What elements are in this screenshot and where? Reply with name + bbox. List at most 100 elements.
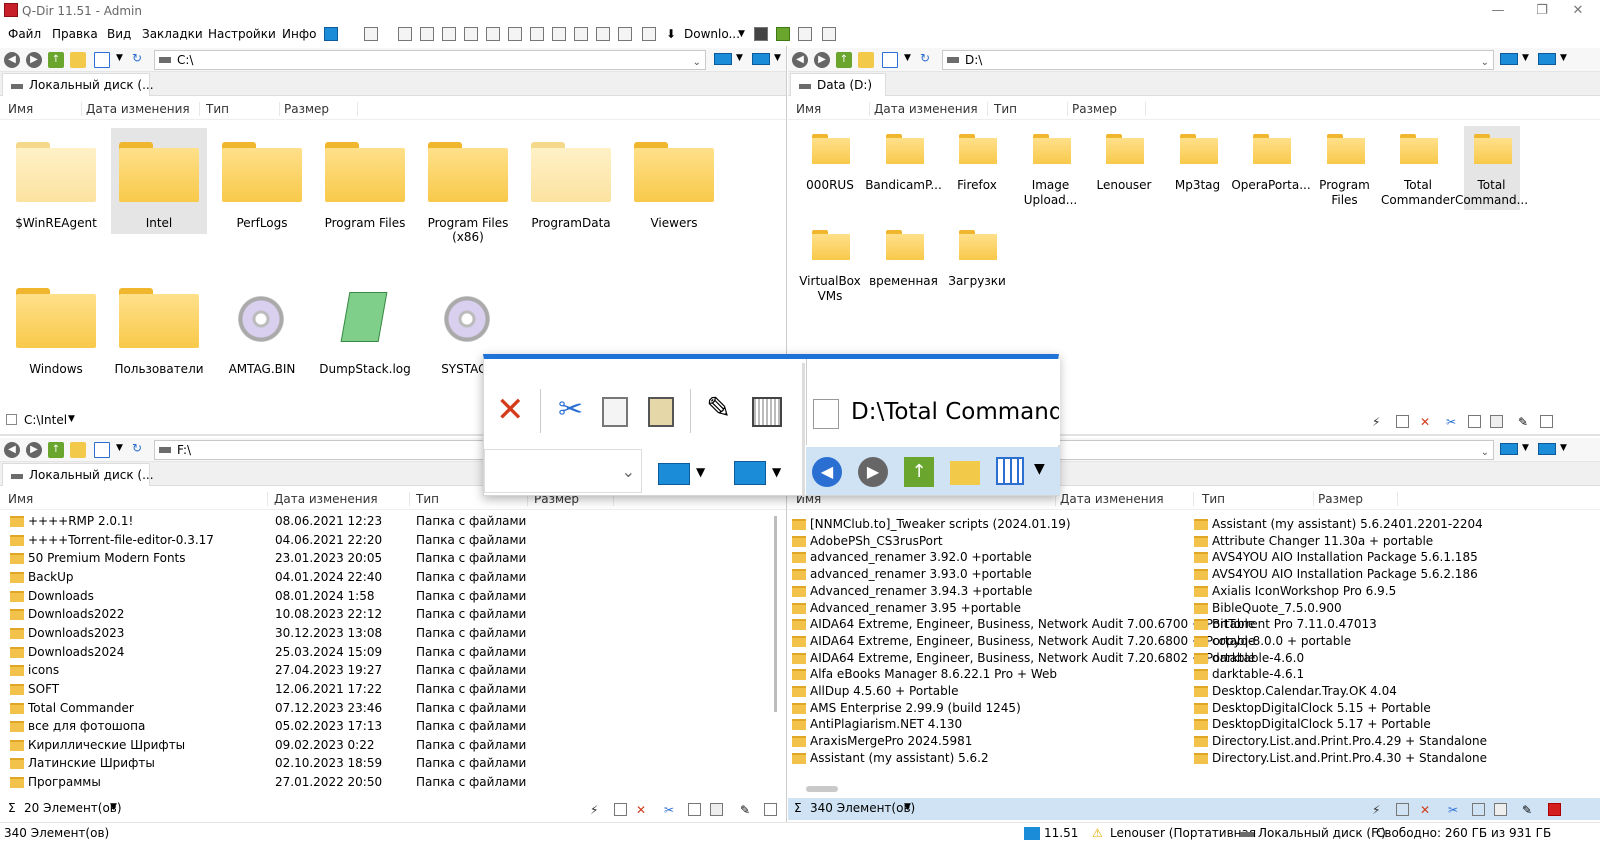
table-row[interactable]: SOFT 12.06.2021 17:22 Папка с файлами [0, 680, 770, 699]
paste-icon[interactable] [648, 397, 674, 427]
properties-icon[interactable] [1548, 803, 1561, 816]
rename-icon[interactable]: ✎ [740, 803, 753, 817]
column-name[interactable]: Имя [8, 492, 268, 506]
paste-icon[interactable] [1494, 803, 1507, 816]
dropdown-icon[interactable]: ▼ [1522, 443, 1529, 453]
cut-icon[interactable]: ✂ [664, 803, 677, 817]
folder-item[interactable]: Program Files [1317, 126, 1373, 207]
table-row[interactable]: 50 Premium Modern Fonts 23.01.2023 20:05 П… [0, 549, 770, 568]
tools-icon[interactable] [798, 27, 812, 41]
tab-local-disk[interactable]: Локальный диск (... [2, 463, 154, 486]
table-row[interactable]: Total Commander 07.12.2023 23:46 Папка с ф… [0, 699, 770, 718]
layout-10-icon[interactable] [574, 27, 588, 41]
dropdown-icon[interactable]: ▼ [1522, 53, 1529, 63]
file-item[interactable]: DumpStack.log [317, 274, 413, 380]
dropdown-icon[interactable]: ▼ [736, 53, 743, 63]
delete-icon[interactable]: ✕ [1420, 803, 1433, 817]
dropdown-icon[interactable]: ▼ [904, 802, 911, 812]
mail-icon[interactable] [1396, 415, 1409, 428]
layout-13-icon[interactable] [642, 27, 656, 41]
menu-bookmarks[interactable]: Закладки [142, 22, 203, 46]
column-name[interactable]: Имя [8, 102, 82, 116]
layout-icon[interactable] [364, 27, 378, 41]
paste-icon[interactable] [710, 803, 723, 816]
menu-file[interactable]: Файл [8, 22, 41, 46]
properties-icon[interactable] [1540, 415, 1553, 428]
path-input[interactable]: ⌄ [1058, 440, 1494, 460]
table-row[interactable]: Downloads 08.01.2024 1:58 Папка с файлами [0, 587, 770, 606]
lightning-icon[interactable]: ⚡ [1372, 415, 1385, 429]
folder-item[interactable]: Firefox [949, 126, 1005, 206]
table-row[interactable]: Downloads2022 10.08.2023 22:12 Папка с фай… [0, 605, 770, 624]
column-date[interactable]: Дата изменения [874, 102, 988, 116]
layout-11-icon[interactable] [596, 27, 610, 41]
column-size[interactable]: Размер [284, 102, 358, 116]
properties-icon[interactable] [752, 397, 782, 427]
vertical-scrollbar[interactable] [774, 516, 777, 712]
up-folder-icon[interactable]: ↑ [48, 52, 64, 68]
file-item[interactable]: Viewers [626, 128, 722, 234]
menu-view[interactable]: Вид [107, 22, 131, 46]
view-mode-icon[interactable] [94, 442, 110, 458]
monitor-icon[interactable] [324, 27, 338, 41]
column-type[interactable]: Тип [994, 102, 1068, 116]
forward-icon[interactable]: ▶ [814, 52, 830, 68]
path-input[interactable]: D:\ ⌄ [942, 50, 1494, 70]
back-icon[interactable]: ◀ [4, 442, 20, 458]
new-folder-icon[interactable] [858, 52, 874, 68]
dropdown-icon[interactable]: ▼ [1560, 443, 1567, 453]
layout-7-icon[interactable] [508, 27, 522, 41]
column-type[interactable]: Тип [1202, 492, 1314, 506]
column-size[interactable]: Размер [1072, 102, 1146, 116]
menu-edit[interactable]: Правка [52, 22, 98, 46]
copy-icon[interactable] [1472, 803, 1485, 816]
download-dropdown-icon[interactable]: ▼ [738, 22, 745, 46]
horizontal-scrollbar[interactable] [806, 786, 838, 792]
folder-item[interactable]: Total Command... [1455, 126, 1528, 210]
download-button[interactable]: Downlo... [684, 22, 740, 46]
chevron-down-icon[interactable]: ⌄ [1481, 444, 1489, 462]
view-dropdown-icon[interactable]: ▼ [904, 53, 911, 63]
up-folder-icon[interactable]: ↑ [904, 457, 934, 487]
tree-icon[interactable] [776, 27, 790, 41]
paste-icon[interactable] [1490, 415, 1503, 428]
minimize-button[interactable]: — [1476, 0, 1520, 22]
mail-icon[interactable] [614, 803, 627, 816]
view-dropdown-icon[interactable]: ▼ [116, 53, 123, 63]
checkbox-icon[interactable] [6, 414, 17, 425]
file-item[interactable]: Intel [111, 128, 207, 234]
monitor-icon[interactable] [752, 53, 770, 65]
lightning-icon[interactable]: ⚡ [1372, 803, 1385, 817]
monitor-icon[interactable] [658, 463, 690, 485]
delete-icon[interactable]: ✕ [1420, 415, 1433, 429]
file-item[interactable]: ProgramData [523, 128, 619, 234]
column-date[interactable]: Дата изменения [274, 492, 410, 506]
monitor-icon[interactable] [1500, 53, 1518, 65]
delete-icon[interactable]: ✕ [636, 803, 649, 817]
mail-icon[interactable] [1396, 803, 1409, 816]
tab-data-d[interactable]: Data (D:) [790, 73, 886, 96]
folder-item[interactable]: Загрузки [948, 222, 1006, 302]
path-input[interactable]: F:\ [154, 440, 484, 460]
monitor-icon[interactable] [734, 461, 766, 485]
folder-item[interactable]: 000RUS [802, 126, 858, 206]
menu-info[interactable]: Инфо [282, 22, 316, 46]
monitor-icon[interactable] [714, 53, 732, 65]
table-row[interactable]: все для фотошопа 05.02.2023 17:13 Папка с … [0, 717, 770, 736]
table-row[interactable]: icons 27.04.2023 19:27 Папка с файлами [0, 661, 770, 680]
layout-6-icon[interactable] [486, 27, 500, 41]
layout-4-icon[interactable] [442, 27, 456, 41]
table-row[interactable]: Downloads2024 25.03.2024 15:09 Папка с фай… [0, 643, 770, 662]
folder-item[interactable]: BandicamP... [865, 126, 942, 206]
folder-item[interactable]: Lenouser [1096, 126, 1152, 206]
dropdown-icon[interactable]: ▼ [774, 53, 781, 63]
layout-2-icon[interactable] [398, 27, 412, 41]
forward-icon[interactable]: ▶ [26, 52, 42, 68]
table-row[interactable]: ++++Torrent-file-editor-0.3.17 04.06.2021… [0, 531, 770, 550]
properties-icon[interactable] [764, 803, 777, 816]
monitor-icon[interactable] [1538, 443, 1556, 455]
dropdown-icon[interactable]: ▼ [1560, 53, 1567, 63]
folder-item[interactable]: временная [869, 222, 938, 302]
table-row[interactable]: Кириллические Шрифты 09.02.2023 0:22 Папка… [0, 736, 770, 755]
back-icon[interactable]: ◀ [812, 457, 842, 487]
